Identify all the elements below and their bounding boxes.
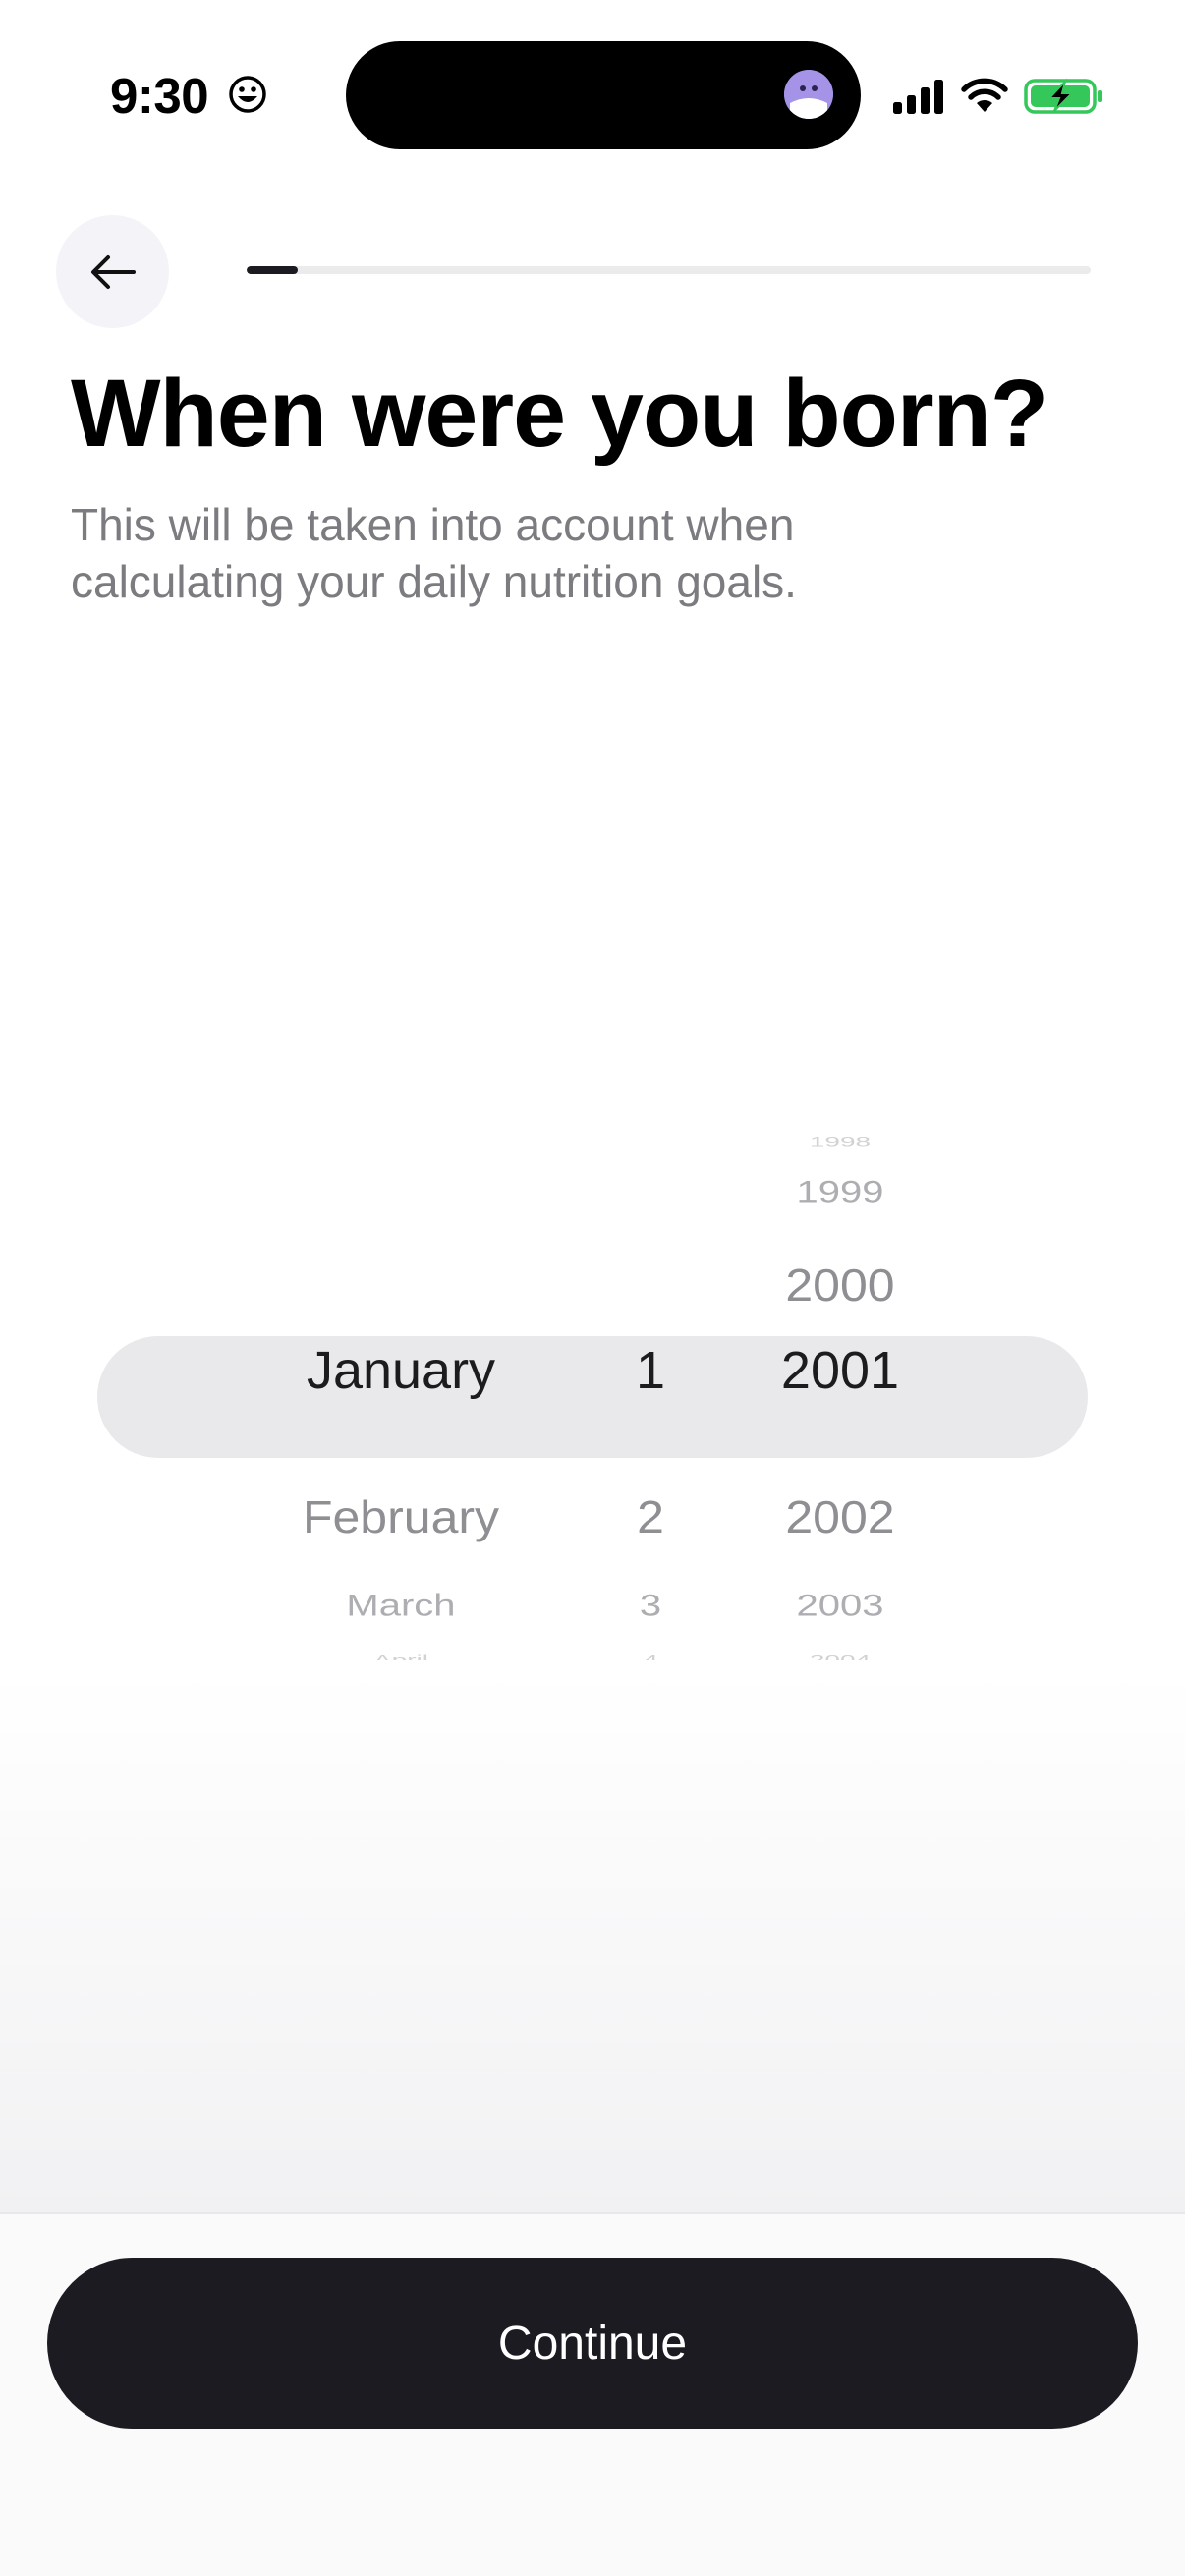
year-option[interactable]: 2003 xyxy=(742,1589,938,1623)
month-option[interactable]: February xyxy=(254,1490,548,1543)
cellular-signal-icon xyxy=(893,80,943,114)
year-wheel[interactable]: 1998 1999 2000 2001 2002 2003 2004 xyxy=(742,1110,938,1660)
battery-charging-icon xyxy=(1024,78,1102,114)
year-option[interactable]: 2002 xyxy=(742,1490,938,1543)
year-option[interactable]: 2004 xyxy=(742,1652,938,1660)
month-option[interactable]: April xyxy=(254,1652,548,1660)
arrow-left-icon xyxy=(90,254,136,289)
avatar-face-icon xyxy=(784,70,833,119)
page-title: When were you born? xyxy=(71,360,1048,467)
month-option-selected[interactable]: January xyxy=(254,1340,548,1401)
year-option[interactable]: 2000 xyxy=(742,1259,938,1312)
wifi-icon xyxy=(961,78,1008,112)
progress-bar xyxy=(247,266,1091,274)
progress-fill xyxy=(247,266,298,274)
year-option-selected[interactable]: 2001 xyxy=(742,1340,938,1401)
page-subtitle: This will be taken into account when cal… xyxy=(71,499,797,607)
back-button[interactable] xyxy=(56,215,169,328)
bottom-fade xyxy=(0,1670,1185,2212)
status-time: 9:30 xyxy=(110,68,209,124)
day-option-selected[interactable]: 1 xyxy=(601,1340,700,1401)
date-picker[interactable]: January February March April 1 2 3 4 199… xyxy=(0,1110,1185,1660)
year-option[interactable]: 1998 xyxy=(742,1134,938,1149)
picker-selection-highlight xyxy=(97,1336,1088,1458)
day-option[interactable]: 4 xyxy=(601,1652,700,1660)
day-option[interactable]: 3 xyxy=(601,1589,700,1623)
continue-button[interactable]: Continue xyxy=(47,2258,1138,2429)
status-bar: 9:30 xyxy=(0,0,1185,187)
smiley-face-icon xyxy=(229,76,266,113)
month-wheel[interactable]: January February March April xyxy=(254,1110,548,1660)
month-option[interactable]: March xyxy=(254,1589,548,1623)
day-option[interactable]: 2 xyxy=(601,1490,700,1543)
avatar xyxy=(784,70,833,119)
day-wheel[interactable]: 1 2 3 4 xyxy=(601,1110,700,1660)
year-option[interactable]: 1999 xyxy=(742,1175,938,1209)
